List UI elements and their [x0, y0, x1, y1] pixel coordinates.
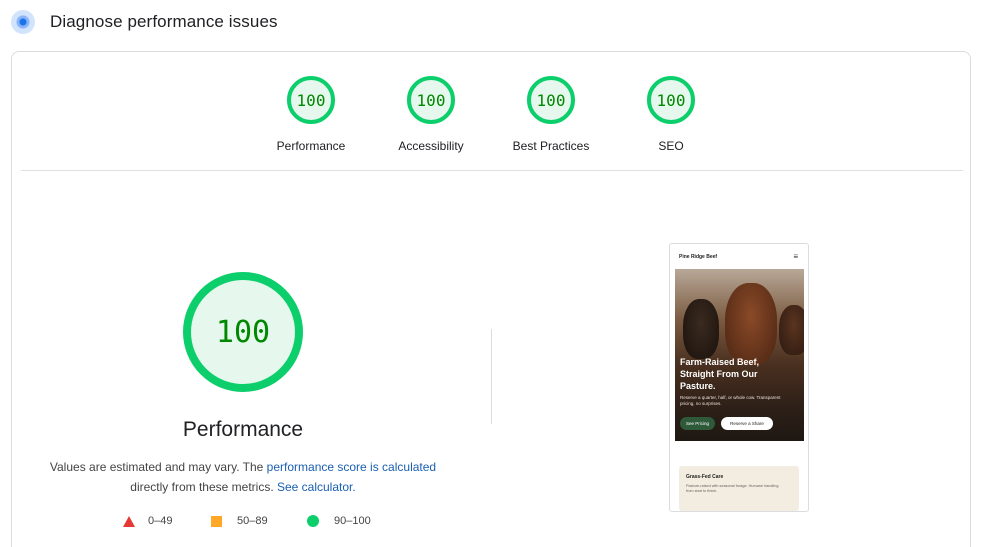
- square-icon: [211, 515, 222, 527]
- lighthouse-icon: [11, 10, 35, 34]
- legend-range: 0–49: [148, 515, 173, 527]
- feature-card: Grass-Fed Care Pasture-raised with seaso…: [679, 466, 799, 511]
- gauge-label: Best Practices: [512, 139, 590, 153]
- legend-range: 90–100: [334, 515, 371, 527]
- gauge-label: Accessibility: [398, 139, 464, 153]
- performance-title: Performance: [182, 418, 304, 441]
- brand-name: Pine Ridge Beef: [679, 254, 718, 260]
- screenshot-header: Pine Ridge Beef ≡: [670, 244, 808, 271]
- legend-fail: 0–49: [123, 515, 172, 527]
- hamburger-icon: ≡: [793, 252, 798, 261]
- score-circle: 100: [287, 76, 335, 124]
- cow-image: [779, 305, 804, 355]
- legend-pass: 90–100: [307, 515, 371, 527]
- score-gauges: 100 Performance 100 Accessibility 100 Be…: [12, 52, 972, 171]
- legend-average: 50–89: [211, 515, 268, 527]
- score-circle: 100: [527, 76, 575, 124]
- score-circle: 100: [407, 76, 455, 124]
- score-calculation-link[interactable]: performance score is calculated: [267, 460, 436, 474]
- feature-title: Grass-Fed Care: [686, 474, 724, 480]
- score-circle: 100: [647, 76, 695, 124]
- calculator-link[interactable]: See calculator.: [277, 480, 356, 494]
- gauge-accessibility[interactable]: 100 Accessibility: [371, 76, 491, 153]
- gauge-best-practices[interactable]: 100 Best Practices: [491, 76, 611, 153]
- vertical-divider: [491, 329, 492, 424]
- circle-icon: [307, 515, 319, 527]
- page-header: Diagnose performance issues: [0, 0, 981, 46]
- see-pricing-button: See Pricing: [680, 417, 715, 430]
- reserve-share-button: Reserve a Share: [721, 417, 773, 430]
- section-divider: [21, 170, 963, 171]
- desc-text: Values are estimated and may vary. The: [49, 460, 267, 474]
- score-legend: 0–49 50–89 90–100: [117, 515, 417, 531]
- desc-text: directly from these metrics.: [130, 480, 277, 494]
- triangle-icon: [123, 515, 135, 527]
- cow-image: [725, 283, 777, 365]
- hero-image: Farm-Raised Beef, Straight From Our Past…: [675, 269, 804, 441]
- hero-subhead: Reserve a quarter, half, or whole cow. T…: [680, 395, 781, 406]
- gauge-performance[interactable]: 100 Performance: [251, 76, 371, 153]
- gauge-label: SEO: [658, 139, 684, 153]
- performance-score-gauge: 100: [183, 272, 303, 392]
- feature-text: Pasture-raised with seasonal forage. Hum…: [686, 484, 779, 493]
- cow-image: [683, 299, 719, 359]
- hero-headline: Farm-Raised Beef, Straight From Our Past…: [680, 357, 760, 391]
- legend-range: 50–89: [237, 515, 268, 527]
- page-title: Diagnose performance issues: [50, 12, 278, 31]
- score-description: Values are estimated and may vary. The p…: [43, 457, 443, 497]
- gauge-seo[interactable]: 100 SEO: [611, 76, 731, 153]
- final-screenshot[interactable]: Pine Ridge Beef ≡ Farm-Raised Beef, Stra…: [669, 243, 809, 512]
- report-card: 100 Performance 100 Accessibility 100 Be…: [11, 51, 971, 547]
- gauge-label: Performance: [276, 139, 346, 153]
